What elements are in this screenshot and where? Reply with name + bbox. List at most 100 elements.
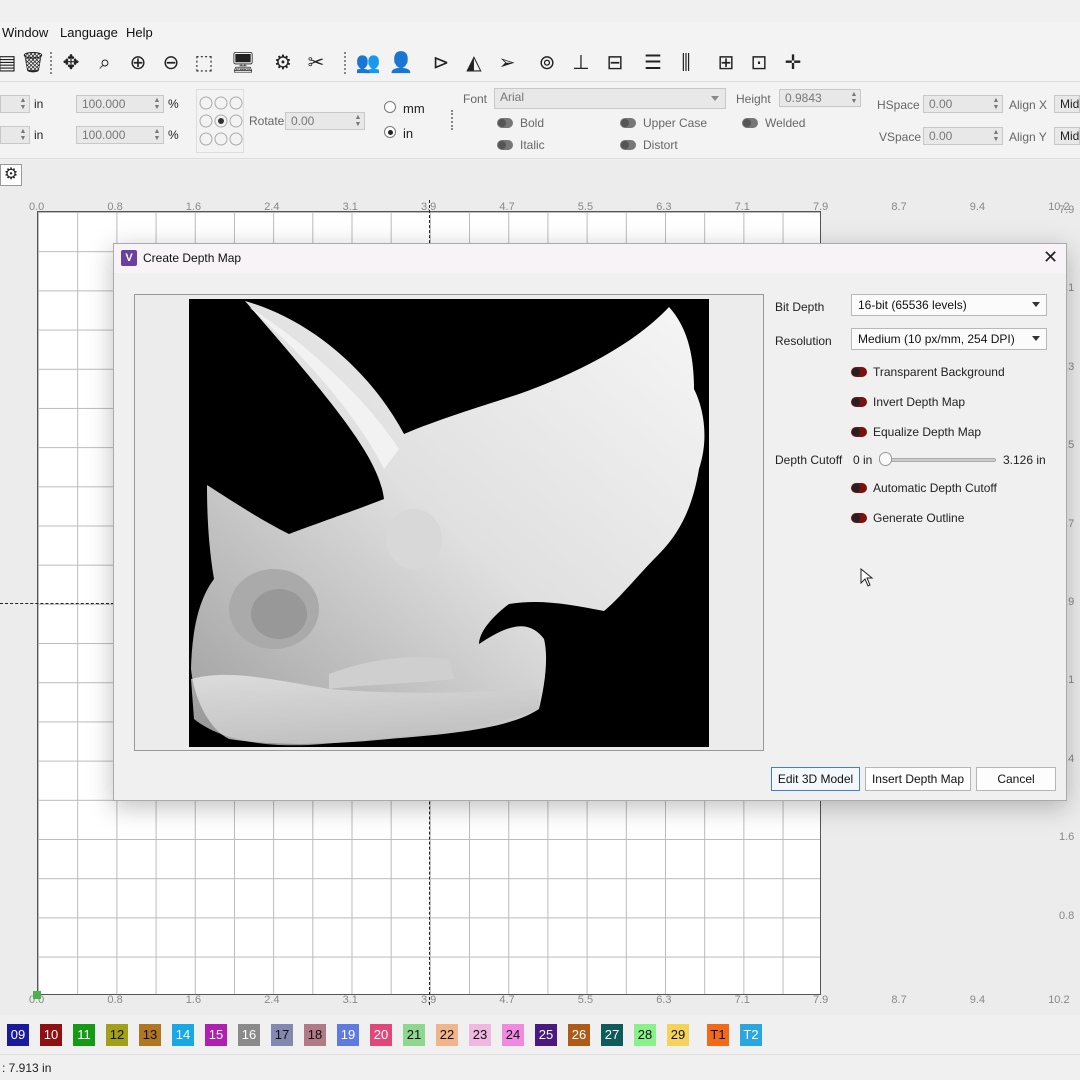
- align-top-icon[interactable]: ⊥: [568, 50, 594, 76]
- color-swatch[interactable]: 21: [403, 1024, 425, 1046]
- color-swatch[interactable]: 14: [172, 1024, 194, 1046]
- ruler-tick-label: 0.8: [107, 994, 123, 1006]
- color-swatch[interactable]: 09: [7, 1024, 29, 1046]
- user-icon[interactable]: 👤: [388, 50, 414, 76]
- space-vertical-icon[interactable]: ⊡: [746, 50, 772, 76]
- color-swatch[interactable]: 11: [73, 1024, 95, 1046]
- menu-help[interactable]: Help: [126, 25, 153, 40]
- scale-y-field[interactable]: 100.000 ▲ ▼: [76, 126, 164, 144]
- send-icon[interactable]: ➢: [494, 50, 520, 76]
- bit-depth-select[interactable]: 16-bit (65536 levels): [851, 294, 1047, 316]
- mirror-icon[interactable]: ◭: [461, 50, 487, 76]
- transparent-background-toggle[interactable]: [851, 367, 867, 377]
- align-y-select[interactable]: Mid: [1054, 127, 1080, 145]
- color-swatch[interactable]: 20: [370, 1024, 392, 1046]
- menu-language[interactable]: Language: [60, 25, 118, 40]
- welded-toggle[interactable]: [742, 118, 758, 128]
- color-swatch[interactable]: 26: [568, 1024, 590, 1046]
- automatic-depth-cutoff-toggle[interactable]: [851, 483, 867, 493]
- flip-horizontal-icon[interactable]: ⊳: [428, 50, 454, 76]
- resolution-select[interactable]: Medium (10 px/mm, 254 DPI): [851, 328, 1047, 350]
- color-swatch[interactable]: 22: [436, 1024, 458, 1046]
- space-horizontal-icon[interactable]: ⊞: [713, 50, 739, 76]
- zoom-out-icon[interactable]: ⊖: [158, 50, 184, 76]
- color-swatch[interactable]: 15: [205, 1024, 227, 1046]
- height-field[interactable]: ▲ ▼: [0, 126, 30, 144]
- crosshair-icon[interactable]: ⊚: [534, 50, 560, 76]
- menu-window[interactable]: Window: [2, 25, 48, 40]
- color-swatch[interactable]: T2: [740, 1024, 762, 1046]
- scale-x-field[interactable]: 100.000 ▲ ▼: [76, 95, 164, 113]
- color-swatch[interactable]: 16: [238, 1024, 260, 1046]
- camera-settings-icon[interactable]: ⚙: [0, 164, 22, 186]
- main-toolbar: ▤ 🗑 ✥ ⌕ ⊕ ⊖ ⬚ 🖥 ⚙ ✂ 👥 👤 ⊳ ◭ ➢ ⊚ ⊥ ⊟ ☰ ⫼ …: [0, 44, 1080, 82]
- bold-toggle[interactable]: [497, 118, 513, 128]
- vspace-field[interactable]: 0.00 ▲ ▼: [923, 127, 1003, 145]
- width-field[interactable]: ▲ ▼: [0, 95, 30, 113]
- zoom-page-icon[interactable]: ⬚: [191, 50, 217, 76]
- mm-radio[interactable]: [384, 101, 396, 113]
- rotate-field[interactable]: 0.00 ▲ ▼: [285, 112, 365, 130]
- color-swatch[interactable]: 28: [634, 1024, 656, 1046]
- zoom-selection-icon[interactable]: ⌕: [92, 50, 118, 76]
- anchor-grid[interactable]: [196, 89, 244, 153]
- align-y-label: Align Y: [1009, 130, 1047, 144]
- height-label: Height: [736, 92, 771, 106]
- color-swatch[interactable]: 10: [40, 1024, 62, 1046]
- close-icon[interactable]: ✕: [1043, 247, 1058, 268]
- color-swatch[interactable]: 29: [667, 1024, 689, 1046]
- distribute-vertical-icon[interactable]: ⫼: [673, 50, 699, 76]
- color-swatch[interactable]: 27: [601, 1024, 623, 1046]
- anchor-points[interactable]: [197, 90, 245, 154]
- monitor-icon[interactable]: 🖥: [230, 50, 256, 76]
- trash-icon[interactable]: 🗑: [20, 50, 46, 76]
- edit-3d-model-button[interactable]: Edit 3D Model: [771, 767, 860, 791]
- color-swatch[interactable]: 23: [469, 1024, 491, 1046]
- ruler-tick-label: 3.1: [342, 994, 358, 1006]
- users-icon[interactable]: 👥: [355, 50, 381, 76]
- italic-toggle[interactable]: [497, 140, 513, 150]
- triceratops-skull-depth-image: [191, 301, 705, 746]
- color-swatch[interactable]: 25: [535, 1024, 557, 1046]
- tools-icon[interactable]: ✂: [303, 50, 329, 76]
- ruler-tick-label: 10.2: [1048, 994, 1070, 1006]
- distribute-horizontal-icon[interactable]: ☰: [640, 50, 666, 76]
- color-swatch[interactable]: 24: [502, 1024, 524, 1046]
- upper-case-toggle[interactable]: [620, 118, 636, 128]
- invert-depth-map-toggle[interactable]: [851, 397, 867, 407]
- move-icon[interactable]: ✥: [58, 50, 84, 76]
- hspace-field[interactable]: 0.00 ▲ ▼: [923, 95, 1003, 113]
- transparent-background-label: Transparent Background: [873, 365, 1005, 379]
- document-icon[interactable]: ▤: [0, 50, 20, 76]
- align-middle-icon[interactable]: ⊟: [602, 50, 628, 76]
- color-swatch[interactable]: 12: [106, 1024, 128, 1046]
- settings-icon[interactable]: ⚙: [270, 50, 296, 76]
- depth-cutoff-slider-handle[interactable]: [879, 452, 892, 466]
- generate-outline-toggle[interactable]: [851, 513, 867, 523]
- color-swatch[interactable]: 19: [337, 1024, 359, 1046]
- ruler-tick-label: 4.7: [499, 994, 515, 1006]
- font-label: Font: [463, 92, 488, 106]
- text-height-field[interactable]: 0.9843 ▲ ▼: [779, 89, 861, 107]
- ruler-tick-label: 7.9: [1059, 204, 1075, 216]
- upper-case-label: Upper Case: [643, 116, 708, 130]
- color-swatch[interactable]: 18: [304, 1024, 326, 1046]
- insert-depth-map-button[interactable]: Insert Depth Map: [865, 767, 971, 791]
- italic-label: Italic: [520, 138, 545, 152]
- distort-toggle[interactable]: [620, 140, 636, 150]
- percent-label: %: [168, 97, 179, 111]
- font-select[interactable]: Arial: [494, 88, 726, 109]
- depth-map-preview: [134, 294, 764, 751]
- center-icon[interactable]: ✛: [780, 50, 806, 76]
- cancel-button[interactable]: Cancel: [976, 767, 1056, 791]
- color-swatch[interactable]: T1: [707, 1024, 729, 1046]
- color-swatch[interactable]: 17: [271, 1024, 293, 1046]
- color-swatch[interactable]: 13: [139, 1024, 161, 1046]
- equalize-depth-map-toggle[interactable]: [851, 427, 867, 437]
- ruler-tick-label: 2.4: [264, 994, 280, 1006]
- zoom-in-icon[interactable]: ⊕: [125, 50, 151, 76]
- align-x-select[interactable]: Mid: [1054, 95, 1080, 113]
- in-radio[interactable]: [384, 126, 396, 138]
- app-logo-icon: V: [121, 250, 137, 266]
- depth-cutoff-slider[interactable]: [879, 458, 996, 462]
